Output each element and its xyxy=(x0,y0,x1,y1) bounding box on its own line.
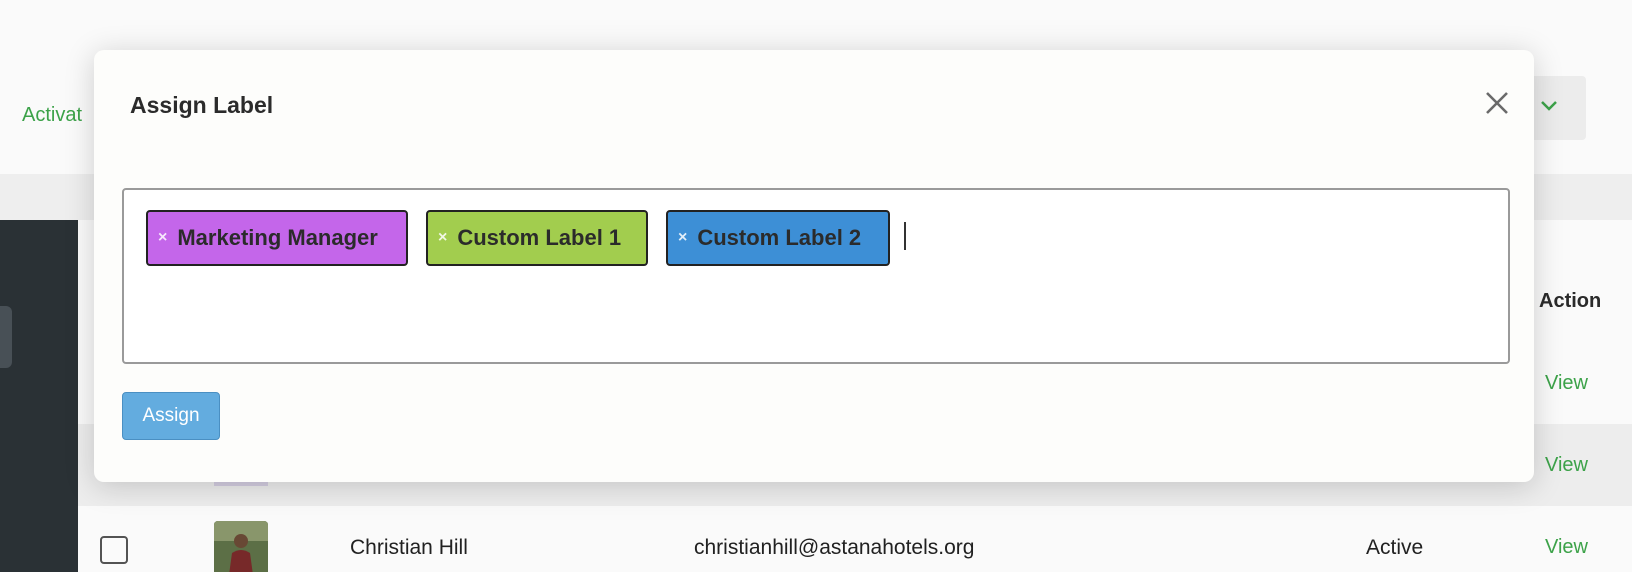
tag-remove-icon[interactable]: × xyxy=(678,230,687,246)
label-tag-input[interactable]: × Marketing Manager × Custom Label 1 × C… xyxy=(122,188,1510,364)
tag-label: Custom Label 2 xyxy=(697,225,862,250)
tag-remove-icon[interactable]: × xyxy=(438,230,447,246)
tag-label: Marketing Manager xyxy=(177,225,378,250)
tag-custom-label-2: × Custom Label 2 xyxy=(666,210,890,266)
assign-button[interactable]: Assign xyxy=(122,392,220,440)
tag-remove-icon[interactable]: × xyxy=(158,230,167,246)
page: Activat Action View View Christian Hill … xyxy=(0,0,1632,572)
text-caret xyxy=(904,222,906,250)
tag-label: Custom Label 1 xyxy=(457,225,622,250)
assign-label-modal: Assign Label × Marketing Manager × Custo… xyxy=(94,50,1534,482)
close-icon[interactable] xyxy=(1484,90,1510,116)
tag-marketing-manager: × Marketing Manager xyxy=(146,210,408,266)
tag-custom-label-1: × Custom Label 1 xyxy=(426,210,648,266)
modal-title: Assign Label xyxy=(130,92,274,118)
